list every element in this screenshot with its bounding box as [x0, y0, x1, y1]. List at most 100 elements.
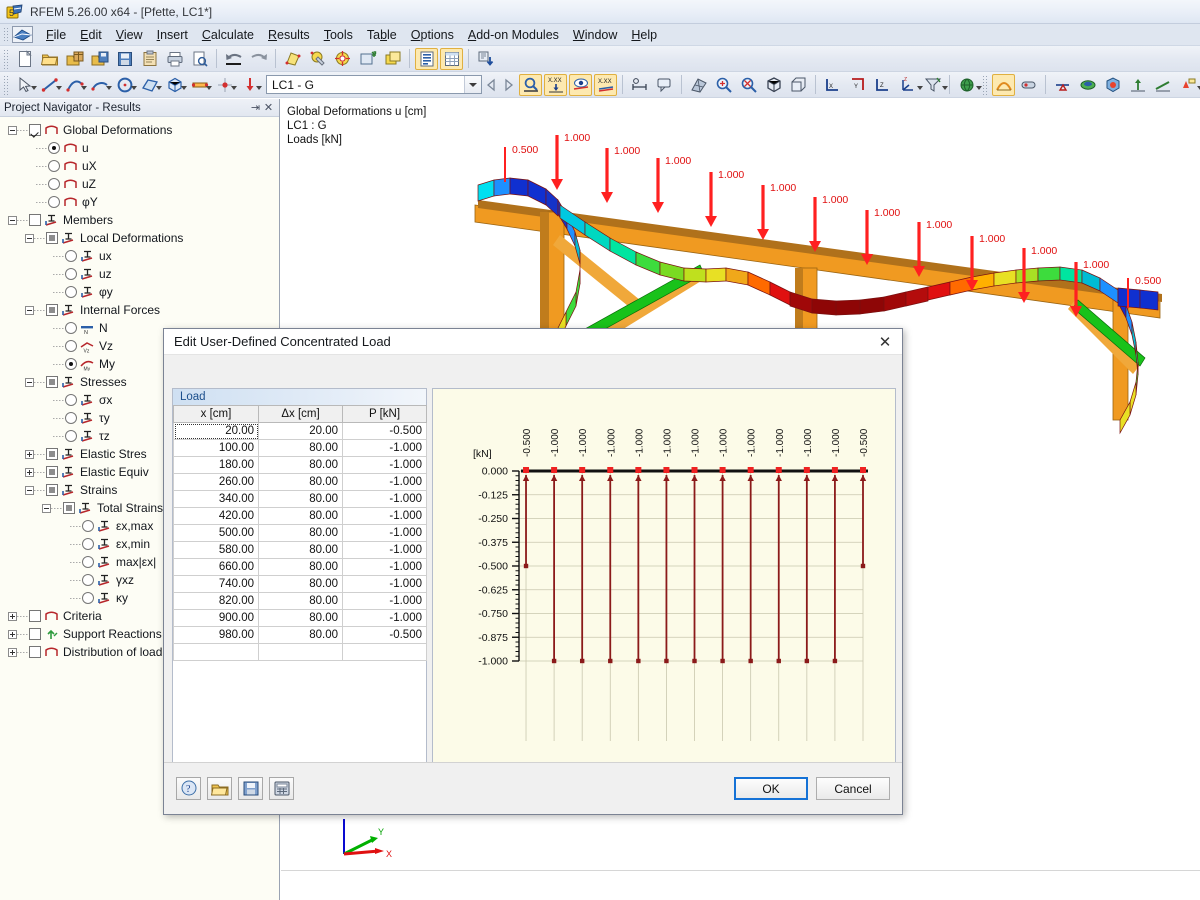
table-cell[interactable]: -1.000	[343, 576, 427, 593]
radio-button[interactable]	[65, 322, 77, 334]
zoom-out-icon[interactable]	[737, 74, 760, 96]
load-tool-icon[interactable]	[238, 74, 261, 96]
table-cell[interactable]: 900.00	[174, 610, 259, 627]
menu-view[interactable]: View	[109, 25, 150, 45]
table-cell[interactable]: 80.00	[259, 576, 343, 593]
node-result-icon[interactable]	[1126, 74, 1149, 96]
ok-button[interactable]: OK	[734, 777, 808, 800]
table-row[interactable]: 660.0080.00-1.000	[174, 559, 427, 576]
expand-icon[interactable]	[8, 648, 17, 657]
table-row[interactable]: 100.0080.00-1.000	[174, 440, 427, 457]
checkbox[interactable]	[46, 466, 58, 478]
open-folder-icon[interactable]	[38, 48, 61, 70]
collapse-icon[interactable]	[25, 306, 34, 315]
member-tool-icon[interactable]	[188, 74, 211, 96]
import-down-icon[interactable]	[474, 48, 497, 70]
checkbox[interactable]	[46, 484, 58, 496]
checkbox[interactable]	[46, 304, 58, 316]
menu-tools[interactable]: Tools	[317, 25, 360, 45]
radio-button[interactable]	[65, 286, 77, 298]
collapse-icon[interactable]	[25, 378, 34, 387]
toolbar-grip[interactable]	[3, 49, 9, 69]
zoom-in-icon[interactable]	[712, 74, 735, 96]
mesh-icon[interactable]	[687, 74, 710, 96]
radio-button[interactable]	[65, 340, 77, 352]
surface-tool-icon[interactable]	[138, 74, 161, 96]
radio-selected[interactable]	[65, 358, 77, 370]
line-tool-icon[interactable]	[38, 74, 61, 96]
calculator-icon[interactable]	[269, 777, 294, 800]
menu-results[interactable]: Results	[261, 25, 317, 45]
table-cell[interactable]: 580.00	[174, 542, 259, 559]
values-display-icon[interactable]: X.XX	[594, 74, 617, 96]
solid-tool-icon[interactable]	[163, 74, 186, 96]
table-cell[interactable]: 660.00	[174, 559, 259, 576]
collapse-icon[interactable]	[8, 126, 17, 135]
menu-calculate[interactable]: Calculate	[195, 25, 261, 45]
table-row[interactable]: 900.0080.00-1.000	[174, 610, 427, 627]
table-row[interactable]: 20.0020.00-0.500	[174, 423, 427, 440]
table-cell[interactable]: -1.000	[343, 440, 427, 457]
table-cell[interactable]: 80.00	[259, 525, 343, 542]
sparkle-icon[interactable]	[1176, 74, 1199, 96]
collapse-icon[interactable]	[25, 486, 34, 495]
table-cell[interactable]: 260.00	[174, 474, 259, 491]
tree-item-uz[interactable]: uz	[0, 265, 279, 283]
table-cell[interactable]: -1.000	[343, 610, 427, 627]
menu-insert[interactable]: Insert	[150, 25, 195, 45]
surface-result-icon[interactable]	[1076, 74, 1099, 96]
open-icon[interactable]	[207, 777, 232, 800]
help-icon[interactable]: ?	[176, 777, 201, 800]
table-cell[interactable]: 20.00	[174, 423, 259, 440]
edit-concentrated-load-dialog[interactable]: Edit User-Defined Concentrated Load ✕ Lo…	[163, 328, 903, 815]
expand-icon[interactable]	[25, 468, 34, 477]
close-icon[interactable]: ✕	[262, 101, 275, 114]
table-cell[interactable]: 500.00	[174, 525, 259, 542]
next-case-icon[interactable]	[502, 76, 516, 93]
table-cell[interactable]	[343, 644, 427, 661]
table-cell[interactable]: -1.000	[343, 491, 427, 508]
clipboard-icon[interactable]	[138, 48, 161, 70]
chevron-down-icon[interactable]	[464, 76, 481, 93]
radio-button[interactable]	[65, 412, 77, 424]
checkbox[interactable]	[29, 610, 41, 622]
tree-item-local-deformations[interactable]: Local Deformations	[0, 229, 279, 247]
table-cell[interactable]: 740.00	[174, 576, 259, 593]
table-cell[interactable]: -1.000	[343, 525, 427, 542]
table-cell[interactable]: 80.00	[259, 440, 343, 457]
table-column-header[interactable]: x [cm]	[174, 406, 259, 423]
tree-item-uz[interactable]: uZ	[0, 175, 279, 193]
close-icon[interactable]: ✕	[868, 329, 902, 354]
checkbox[interactable]	[63, 502, 75, 514]
radio-button[interactable]	[82, 520, 94, 532]
table-column-header[interactable]: P [kN]	[343, 406, 427, 423]
table-cell[interactable]: 80.00	[259, 627, 343, 644]
table-cell[interactable]: -0.500	[343, 423, 427, 440]
dimension-icon[interactable]	[628, 74, 651, 96]
table-cell[interactable]: 180.00	[174, 457, 259, 474]
table-cell[interactable]: -1.000	[343, 559, 427, 576]
radio-button[interactable]	[65, 430, 77, 442]
menu-addon-modules[interactable]: Add-on Modules	[461, 25, 566, 45]
toolbar-grip[interactable]	[982, 75, 988, 95]
select-tool-icon[interactable]	[13, 74, 36, 96]
tree-item-ux[interactable]: ux	[0, 247, 279, 265]
table-cell[interactable]: 80.00	[259, 508, 343, 525]
print-icon[interactable]	[163, 48, 186, 70]
expand-icon[interactable]	[8, 630, 17, 639]
tree-item-u[interactable]: u	[0, 139, 279, 157]
curve-tool-icon[interactable]	[63, 74, 86, 96]
checkbox[interactable]	[46, 448, 58, 460]
table-cell[interactable]: 20.00	[259, 423, 343, 440]
radio-button[interactable]	[65, 268, 77, 280]
collapse-icon[interactable]	[42, 504, 51, 513]
open-project-icon[interactable]	[63, 48, 86, 70]
table-cell[interactable]: 80.00	[259, 542, 343, 559]
tree-item-y[interactable]: φy	[0, 283, 279, 301]
menubar-grip[interactable]	[3, 27, 10, 43]
menu-window[interactable]: Window	[566, 25, 624, 45]
load-case-combo[interactable]: LC1 - G	[266, 75, 482, 94]
radio-button[interactable]	[82, 592, 94, 604]
checkbox[interactable]	[29, 646, 41, 658]
rotate-view-icon[interactable]	[331, 48, 354, 70]
